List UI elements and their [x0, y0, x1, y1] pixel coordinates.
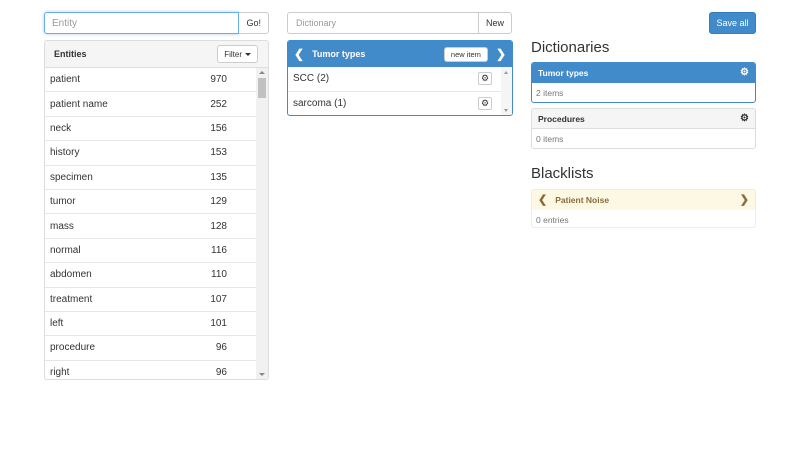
- entity-row[interactable]: procedure 96: [45, 336, 258, 361]
- entity-list: patient 970 patient name 252 neck 156 history 1…: [45, 68, 258, 379]
- entity-row[interactable]: tumor 129: [45, 190, 258, 215]
- entity-count: 96: [215, 342, 227, 354]
- entity-name: specimen: [50, 171, 93, 183]
- scroll-thumb[interactable]: [258, 78, 266, 98]
- entity-name: patient: [50, 74, 81, 86]
- blacklist-card-patient-noise[interactable]: ❮ Patient Noise ❯ 0 entries: [531, 189, 756, 228]
- entity-count: 156: [210, 122, 227, 134]
- entity-row[interactable]: treatment 107: [45, 288, 258, 312]
- entity-name: neck: [50, 122, 72, 134]
- filter-dropdown-button[interactable]: Filter: [217, 45, 258, 63]
- blacklist-card-name: Patient Noise: [555, 195, 610, 205]
- dictionary-card-name: Tumor types: [538, 68, 589, 78]
- entity-row[interactable]: neck 156: [45, 117, 258, 142]
- entity-count: 107: [210, 293, 227, 305]
- entity-name: tumor: [50, 196, 76, 208]
- entity-name: patient name: [50, 98, 108, 110]
- entity-count: 101: [210, 318, 227, 330]
- entity-row[interactable]: patient 970: [45, 68, 258, 93]
- caret-down-icon: [245, 52, 251, 56]
- dictionary-item-row[interactable]: SCC (2) ⚙: [288, 67, 502, 92]
- active-dictionary-panel: ❮ Tumor types new item ❯ SCC (2) ⚙ sarcoma…: [287, 40, 513, 116]
- entities-title: Entities: [54, 49, 87, 59]
- entity-name: history: [50, 147, 80, 159]
- entity-count: 116: [211, 244, 227, 256]
- dictionary-item-scrollbar[interactable]: [501, 67, 512, 115]
- cog-icon[interactable]: ⚙: [478, 97, 492, 111]
- blacklist-card-count: 0 entries: [536, 214, 569, 225]
- entity-search-input[interactable]: [44, 12, 240, 34]
- cog-icon[interactable]: ⚙: [740, 68, 749, 78]
- save-all-button[interactable]: Save all: [709, 12, 756, 34]
- active-dictionary-title: Tumor types: [312, 49, 366, 59]
- entity-name: right: [50, 366, 70, 378]
- new-dictionary-button[interactable]: New: [478, 12, 512, 34]
- cog-icon[interactable]: ⚙: [740, 113, 749, 124]
- dictionary-item-list: SCC (2) ⚙ sarcoma (1) ⚙: [288, 67, 502, 116]
- entity-count: 129: [210, 196, 227, 208]
- blacklists-heading: Blacklists: [531, 165, 594, 182]
- cog-icon[interactable]: ⚙: [478, 72, 492, 86]
- entities-panel: Entities Filter patient 970 patient name 25…: [44, 40, 269, 380]
- entity-count: 252: [210, 98, 227, 110]
- scroll-up-icon[interactable]: [504, 71, 508, 74]
- chevron-right-icon[interactable]: ❯: [740, 194, 749, 206]
- entities-panel-heading: Entities Filter: [45, 41, 268, 68]
- dictionary-card-head[interactable]: Tumor types ⚙: [532, 63, 755, 83]
- scroll-down-icon[interactable]: [259, 373, 265, 376]
- entity-row[interactable]: normal 116: [45, 239, 258, 264]
- entity-row[interactable]: abdomen 110: [45, 263, 258, 288]
- entity-name: abdomen: [50, 269, 92, 281]
- entity-row[interactable]: left 101: [45, 312, 258, 337]
- dictionary-card-count: 0 items: [536, 133, 564, 144]
- entity-row[interactable]: right 96: [45, 361, 258, 379]
- entity-name: mass: [50, 220, 74, 232]
- entity-count: 970: [210, 74, 227, 86]
- entity-row[interactable]: mass 128: [45, 214, 258, 239]
- entity-row[interactable]: patient name 252: [45, 92, 258, 117]
- filter-label: Filter: [224, 49, 242, 59]
- entity-count: 135: [210, 171, 227, 183]
- dictionary-item-label: SCC (2): [293, 73, 330, 85]
- chevron-left-icon[interactable]: ❮: [294, 48, 304, 60]
- entity-count: 128: [210, 220, 227, 232]
- active-dictionary-heading: ❮ Tumor types new item ❯: [288, 41, 512, 67]
- entity-go-button[interactable]: Go!: [239, 12, 269, 34]
- new-item-button[interactable]: new item: [443, 46, 488, 62]
- entity-count: 153: [210, 147, 227, 159]
- entity-row[interactable]: specimen 135: [45, 166, 258, 190]
- chevron-left-icon[interactable]: ❮: [538, 194, 547, 206]
- dictionary-card-head[interactable]: Procedures ⚙: [532, 109, 755, 129]
- dictionary-item-label: sarcoma (1): [293, 98, 347, 110]
- entity-name: procedure: [50, 342, 96, 354]
- dictionary-item-row[interactable]: sarcoma (1) ⚙: [288, 92, 502, 116]
- entity-name: normal: [50, 244, 81, 256]
- entity-list-scrollbar[interactable]: [256, 68, 268, 379]
- entity-count: 96: [215, 366, 227, 378]
- blacklist-card-head[interactable]: ❮ Patient Noise ❯: [532, 190, 755, 210]
- dictionary-search-group: New: [287, 12, 512, 34]
- scroll-down-icon[interactable]: [504, 109, 508, 112]
- entity-count: 110: [211, 269, 227, 281]
- scroll-up-icon[interactable]: [259, 71, 265, 74]
- dictionary-card-procedures[interactable]: Procedures ⚙ 0 items: [531, 108, 756, 149]
- entity-row[interactable]: history 153: [45, 141, 258, 166]
- entity-search-group: Go!: [44, 12, 269, 34]
- dictionaries-heading: Dictionaries: [531, 39, 610, 56]
- dictionary-card-tumor-types[interactable]: Tumor types ⚙ 2 items: [531, 62, 756, 103]
- dictionary-name-input[interactable]: [287, 12, 479, 34]
- dictionary-card-count: 2 items: [536, 87, 564, 98]
- chevron-right-icon[interactable]: ❯: [496, 48, 506, 60]
- dictionary-card-name: Procedures: [538, 113, 585, 124]
- entity-name: left: [50, 318, 64, 330]
- entity-name: treatment: [50, 293, 93, 305]
